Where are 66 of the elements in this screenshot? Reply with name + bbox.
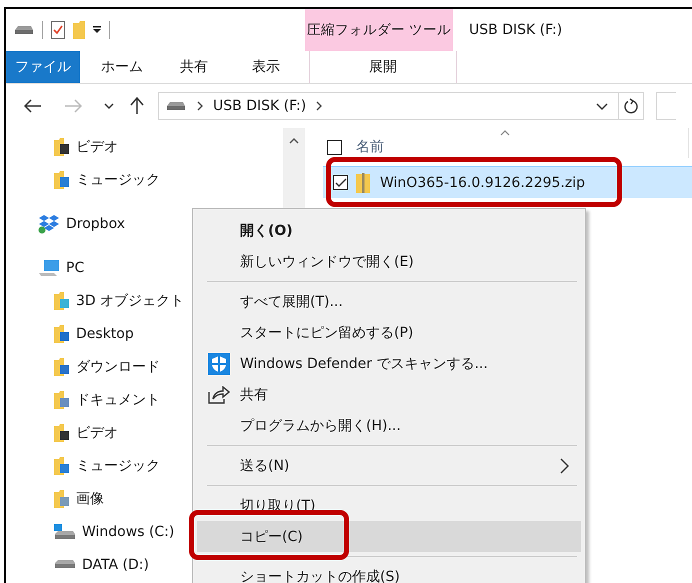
video-folder-icon bbox=[54, 424, 70, 442]
menu-item[interactable]: 開く(O) bbox=[197, 215, 581, 246]
nav-item[interactable]: DATA (D:) bbox=[82, 556, 149, 572]
chevron-down-icon[interactable] bbox=[596, 102, 608, 110]
menu-item[interactable]: スタートにピン留めする(P) bbox=[197, 317, 581, 348]
properties-icon[interactable] bbox=[51, 21, 65, 39]
menu-item[interactable]: コピー(C) bbox=[197, 521, 581, 552]
drive-icon bbox=[54, 524, 76, 540]
video-folder-icon bbox=[54, 138, 70, 156]
objects-folder-icon bbox=[54, 292, 70, 310]
chevron-right-icon[interactable] bbox=[316, 101, 322, 111]
nav-item[interactable]: ビデオ bbox=[76, 424, 118, 442]
nav-item[interactable]: 画像 bbox=[76, 490, 104, 508]
nav-item[interactable]: ダウンロード bbox=[76, 358, 160, 376]
nav-item[interactable]: ドキュメント bbox=[76, 390, 160, 408]
file-row[interactable]: WinO365-16.0.9126.2295.zip bbox=[323, 166, 692, 198]
ribbon-tab[interactable]: 展開 bbox=[309, 51, 457, 83]
drive-icon[interactable] bbox=[14, 25, 34, 35]
file-name: WinO365-16.0.9126.2295.zip bbox=[380, 174, 585, 190]
music-folder-icon bbox=[54, 170, 70, 188]
boxes-icon bbox=[38, 214, 60, 234]
nav-item[interactable]: ミュージック bbox=[76, 170, 160, 188]
monitor-icon bbox=[38, 258, 60, 276]
chevron-down-icon[interactable] bbox=[104, 103, 114, 109]
nav-item[interactable]: Dropbox bbox=[66, 216, 125, 232]
column-header[interactable]: 名前 bbox=[356, 138, 384, 156]
menu-item[interactable]: すべて展開(T)... bbox=[197, 286, 581, 317]
nav-item[interactable]: ミュージック bbox=[76, 456, 160, 474]
address-bar[interactable]: USB DISK (F:) bbox=[158, 92, 644, 120]
nav-item[interactable]: Desktop bbox=[76, 326, 134, 342]
window-title: USB DISK (F:) bbox=[468, 21, 562, 40]
menu-item[interactable]: ショートカットの作成(S) bbox=[197, 561, 581, 583]
ribbon-tab[interactable]: 共有 bbox=[158, 51, 230, 83]
back-icon[interactable] bbox=[24, 99, 42, 113]
drive-icon bbox=[54, 560, 76, 569]
menu-item[interactable]: プログラムから開く(H)... bbox=[197, 410, 581, 441]
menu-item[interactable]: 新しいウィンドウで開く(E) bbox=[197, 246, 581, 277]
documents-folder-icon bbox=[54, 390, 70, 408]
contextual-tab-group: 圧縮フォルダー ツール bbox=[305, 9, 453, 51]
music-folder-icon bbox=[54, 456, 70, 474]
ribbon-tab[interactable]: ファイル bbox=[6, 51, 80, 83]
ribbon-tab[interactable]: ホーム bbox=[86, 51, 158, 83]
shield-icon bbox=[208, 352, 230, 374]
nav-item[interactable]: 3D オブジェクト bbox=[76, 292, 184, 310]
ribbon-tab[interactable]: 表示 bbox=[230, 51, 302, 83]
scroll-up-icon[interactable] bbox=[289, 138, 299, 144]
up-icon[interactable] bbox=[130, 97, 144, 115]
row-checkbox[interactable] bbox=[333, 175, 348, 190]
share-icon bbox=[208, 386, 230, 404]
menu-item[interactable]: 共有 bbox=[197, 379, 581, 410]
dropdown-icon[interactable] bbox=[93, 26, 101, 34]
menu-item[interactable]: 送る(N) bbox=[197, 450, 581, 481]
search-field[interactable] bbox=[656, 92, 676, 120]
drive-icon bbox=[165, 101, 187, 111]
breadcrumb[interactable]: USB DISK (F:) bbox=[213, 98, 306, 114]
nav-item[interactable]: PC bbox=[66, 260, 84, 276]
refresh-icon bbox=[624, 98, 638, 114]
menu-item[interactable]: Windows Defender でスキャンする... bbox=[197, 348, 581, 379]
desktop-folder-icon bbox=[54, 324, 70, 342]
select-all-checkbox[interactable] bbox=[327, 140, 342, 154]
download-folder-icon bbox=[54, 358, 70, 376]
zip-folder-icon bbox=[356, 172, 370, 192]
pictures-folder-icon bbox=[54, 490, 70, 508]
chevron-right-icon[interactable] bbox=[197, 101, 203, 111]
nav-item[interactable]: ビデオ bbox=[76, 138, 118, 156]
nav-item[interactable]: Windows (C:) bbox=[82, 524, 174, 540]
